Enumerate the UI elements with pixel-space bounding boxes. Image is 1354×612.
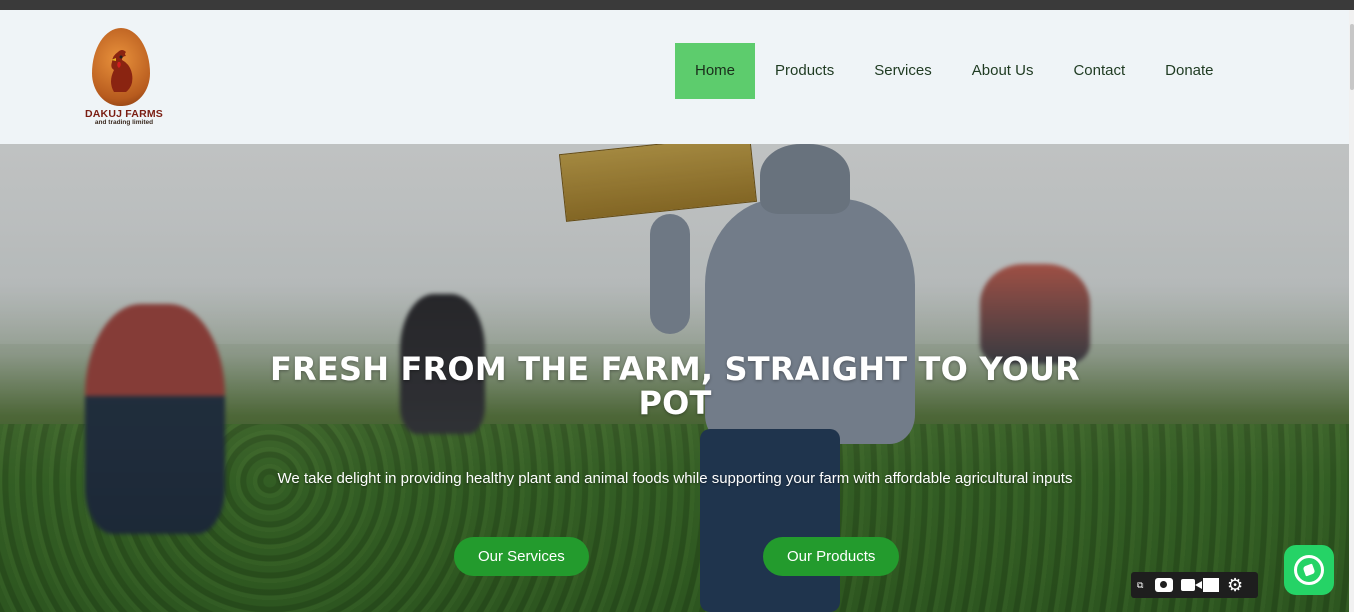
scroll-thumb[interactable] — [1350, 24, 1354, 90]
phone-icon — [1302, 563, 1316, 577]
camera-icon[interactable] — [1155, 578, 1173, 592]
hero-text: We take delight in providing healthy pla… — [277, 470, 1073, 487]
capture-toolbar: ⧉ ⚙ — [1131, 572, 1258, 598]
our-products-button[interactable]: Our Products — [763, 537, 900, 576]
nav-home[interactable]: Home — [675, 43, 756, 99]
nav-donate[interactable]: Donate — [1145, 43, 1233, 99]
whatsapp-button[interactable] — [1284, 545, 1334, 595]
site-header: DAKUJ FARMS and trading limited Home Pro… — [0, 10, 1349, 144]
whatsapp-icon — [1294, 555, 1324, 585]
hero-title: FRESH FROM THE FARM, STRAIGHT TO YOUR PO… — [270, 350, 1080, 422]
rooster-icon — [111, 50, 133, 92]
nav-about-us[interactable]: About Us — [952, 43, 1054, 99]
video-icon[interactable] — [1181, 579, 1195, 591]
site-logo[interactable]: DAKUJ FARMS and trading limited — [84, 28, 164, 128]
scrollbar[interactable] — [1349, 10, 1354, 612]
nav-products[interactable]: Products — [755, 43, 854, 99]
nav-services[interactable]: Services — [854, 43, 952, 99]
screenshot-icon[interactable]: ⧉ — [1137, 580, 1147, 591]
hero-banner: FRESH FROM THE FARM, STRAIGHT TO YOUR PO… — [0, 144, 1349, 612]
our-services-button[interactable]: Our Services — [454, 537, 589, 576]
gear-icon[interactable]: ⚙ — [1227, 576, 1243, 594]
nav-contact[interactable]: Contact — [1053, 43, 1145, 99]
browser-top-bar — [0, 0, 1354, 10]
main-nav: Home Products Services About Us Contact … — [675, 43, 1234, 99]
logo-tagline: and trading limited — [94, 119, 154, 126]
window-icon[interactable] — [1203, 578, 1219, 592]
